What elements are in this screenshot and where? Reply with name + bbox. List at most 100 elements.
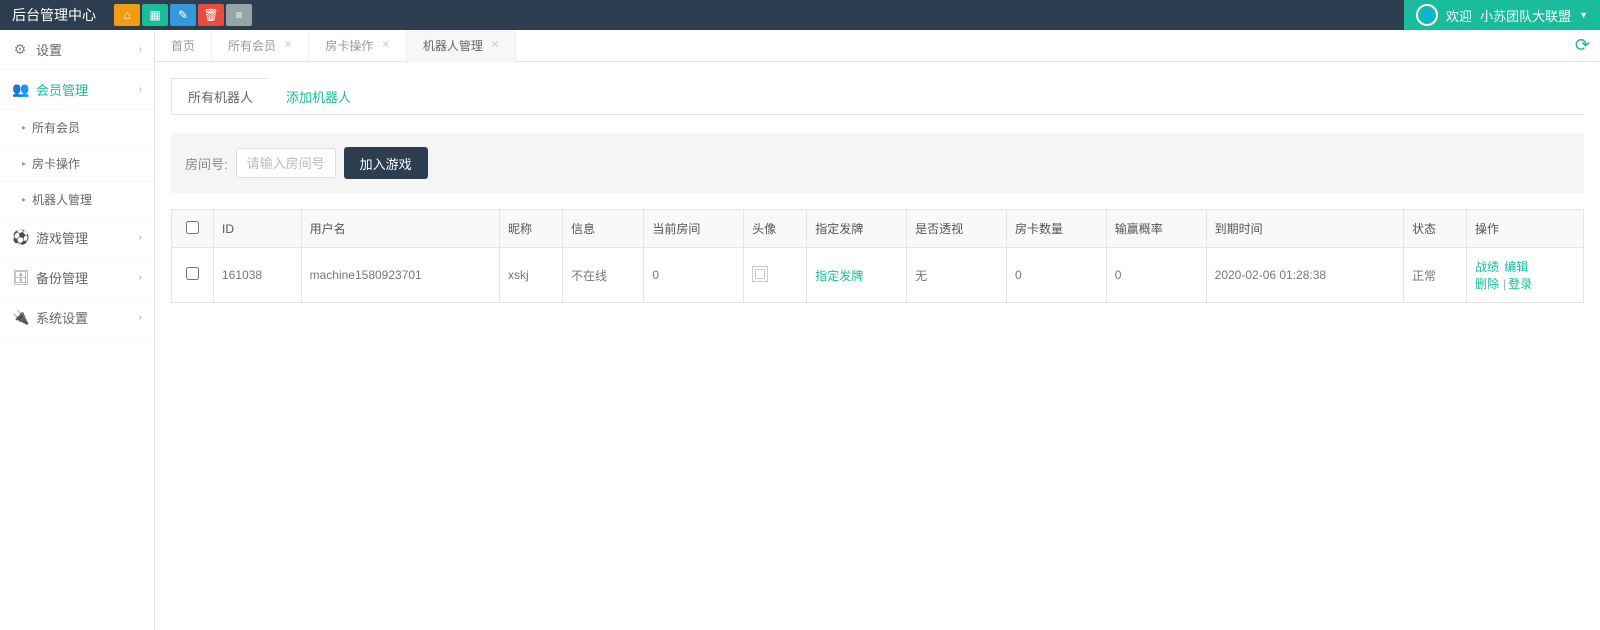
ball-icon: ⚽ <box>12 229 28 246</box>
sidebar: ⚙ 设置 › 👥 会员管理 › ▸ 所有会员 ▸ 房卡操作 ▸ 机器人管理 ⚽ <box>0 30 155 630</box>
sub-tab-all-robots[interactable]: 所有机器人 <box>171 78 270 114</box>
assign-card-link[interactable]: 指定发牌 <box>815 269 863 283</box>
cell-card-count: 0 <box>1006 248 1106 303</box>
table-row: 161038 machine1580923701 xskj 不在线 0 指定发牌… <box>172 248 1584 303</box>
top-header: 后台管理中心 ⌂ ▦ ✎ 🗑 ≡ 🌐 欢迎 小苏团队大联盟 ▼ <box>0 0 1600 30</box>
tab-robot-mgmt[interactable]: 机器人管理 ✕ <box>407 30 516 62</box>
close-icon[interactable]: ✕ <box>284 40 292 51</box>
sidebar-item-settings[interactable]: ⚙ 设置 › <box>0 30 154 70</box>
edit-button[interactable]: ✎ <box>170 4 196 26</box>
chevron-right-icon: › <box>139 84 142 95</box>
caret-right-icon: ▸ <box>22 195 26 204</box>
cell-xray: 无 <box>907 248 1007 303</box>
cogs-icon: ⚙ <box>12 41 28 58</box>
op-record[interactable]: 战绩 <box>1475 260 1499 274</box>
sub-label: 房卡操作 <box>32 155 80 172</box>
sidebar-item-backup[interactable]: 🗄 备份管理 › <box>0 258 154 298</box>
tab-all-members[interactable]: 所有会员 ✕ <box>212 30 309 62</box>
caret-right-icon: ▸ <box>22 159 26 168</box>
row-checkbox[interactable] <box>186 267 199 280</box>
sidebar-sub-card-ops[interactable]: ▸ 房卡操作 <box>0 146 154 182</box>
tab-label: 所有会员 <box>228 37 276 54</box>
refresh-icon[interactable]: ⟳ <box>1575 35 1590 56</box>
sub-label: 所有会员 <box>32 119 80 136</box>
room-label: 房间号: <box>185 154 228 173</box>
filter-bar: 房间号: 加入游戏 <box>171 133 1584 193</box>
main: 首页 所有会员 ✕ 房卡操作 ✕ 机器人管理 ✕ ⟳ 所有机器人 <box>155 30 1600 630</box>
cell-assign-card: 指定发牌 <box>807 248 907 303</box>
cell-win-rate: 0 <box>1106 248 1206 303</box>
brand-title: 后台管理中心 <box>0 5 108 25</box>
table-header-row: ID 用户名 昵称 信息 当前房间 头像 指定发牌 是否透视 房卡数量 输赢概率… <box>172 210 1584 248</box>
layout: ⚙ 设置 › 👥 会员管理 › ▸ 所有会员 ▸ 房卡操作 ▸ 机器人管理 ⚽ <box>0 30 1600 630</box>
tab-home[interactable]: 首页 <box>155 30 212 62</box>
home-button[interactable]: ⌂ <box>114 4 140 26</box>
sub-tab-add-robot[interactable]: 添加机器人 <box>269 78 368 114</box>
sidebar-item-system[interactable]: 🔌 系统设置 › <box>0 298 154 338</box>
grid-button[interactable]: ▦ <box>142 4 168 26</box>
database-icon: 🗄 <box>12 269 28 286</box>
th-avatar: 头像 <box>744 210 807 248</box>
sub-label: 机器人管理 <box>32 191 92 208</box>
caret-right-icon: ▸ <box>22 123 26 132</box>
cell-ops: 战绩 编辑 删除 |登录 <box>1466 248 1583 303</box>
sidebar-item-game[interactable]: ⚽ 游戏管理 › <box>0 218 154 258</box>
cell-nickname: xskj <box>499 248 562 303</box>
list-button[interactable]: ≡ <box>226 4 252 26</box>
sidebar-label: 备份管理 <box>36 268 88 287</box>
content: 所有机器人 添加机器人 房间号: 加入游戏 ID 用户名 昵称 信息 当前房间 <box>155 62 1600 319</box>
robot-table: ID 用户名 昵称 信息 当前房间 头像 指定发牌 是否透视 房卡数量 输赢概率… <box>171 209 1584 303</box>
th-nickname: 昵称 <box>499 210 562 248</box>
th-id: ID <box>214 210 302 248</box>
chevron-right-icon: › <box>139 272 142 283</box>
username: 小苏团队大联盟 <box>1480 6 1571 25</box>
op-edit[interactable]: 编辑 <box>1504 260 1528 274</box>
th-info: 信息 <box>562 210 643 248</box>
th-ops: 操作 <box>1466 210 1583 248</box>
separator: | <box>1503 277 1506 291</box>
cell-id: 161038 <box>214 248 302 303</box>
sub-tabs: 所有机器人 添加机器人 <box>171 78 1584 115</box>
tab-card-ops[interactable]: 房卡操作 ✕ <box>309 30 406 62</box>
op-delete[interactable]: 删除 <box>1475 277 1499 291</box>
header-toolbar: ⌂ ▦ ✎ 🗑 ≡ <box>114 4 252 26</box>
sidebar-sub-all-members[interactable]: ▸ 所有会员 <box>0 110 154 146</box>
th-assign-card: 指定发牌 <box>807 210 907 248</box>
join-game-button[interactable]: 加入游戏 <box>344 147 428 179</box>
close-icon[interactable]: ✕ <box>491 40 499 51</box>
header-left: 后台管理中心 ⌂ ▦ ✎ 🗑 ≡ <box>0 4 252 26</box>
header-right: 🌐 欢迎 小苏团队大联盟 ▼ <box>1404 0 1600 30</box>
cell-username: machine1580923701 <box>301 248 499 303</box>
delete-button[interactable]: 🗑 <box>198 4 224 26</box>
chevron-right-icon: › <box>139 312 142 323</box>
sidebar-sub-robot-mgmt[interactable]: ▸ 机器人管理 <box>0 182 154 218</box>
user-menu[interactable]: 🌐 欢迎 小苏团队大联盟 ▼ <box>1404 0 1600 30</box>
sidebar-label: 设置 <box>36 40 62 59</box>
broken-image-icon <box>752 266 768 282</box>
tab-strip: 首页 所有会员 ✕ 房卡操作 ✕ 机器人管理 ✕ ⟳ <box>155 30 1600 62</box>
select-all-checkbox[interactable] <box>186 221 199 234</box>
chevron-right-icon: › <box>139 44 142 55</box>
th-win-rate: 输赢概率 <box>1106 210 1206 248</box>
cell-status: 正常 <box>1403 248 1466 303</box>
close-icon[interactable]: ✕ <box>381 40 389 51</box>
th-expire: 到期时间 <box>1206 210 1403 248</box>
plug-icon: 🔌 <box>12 309 28 326</box>
sidebar-item-members[interactable]: 👥 会员管理 › <box>0 70 154 110</box>
chevron-down-icon: ▼ <box>1579 10 1588 20</box>
tab-label: 首页 <box>171 37 195 54</box>
th-xray: 是否透视 <box>907 210 1007 248</box>
users-icon: 👥 <box>12 81 28 98</box>
tab-label: 机器人管理 <box>423 37 483 54</box>
sidebar-label: 会员管理 <box>36 80 88 99</box>
globe-icon: 🌐 <box>1416 4 1438 26</box>
th-status: 状态 <box>1403 210 1466 248</box>
th-current-room: 当前房间 <box>644 210 744 248</box>
op-login[interactable]: 登录 <box>1508 277 1532 291</box>
chevron-right-icon: › <box>139 232 142 243</box>
room-input[interactable] <box>236 148 336 178</box>
cell-expire: 2020-02-06 01:28:38 <box>1206 248 1403 303</box>
sidebar-label: 系统设置 <box>36 308 88 327</box>
th-card-count: 房卡数量 <box>1006 210 1106 248</box>
sidebar-label: 游戏管理 <box>36 228 88 247</box>
